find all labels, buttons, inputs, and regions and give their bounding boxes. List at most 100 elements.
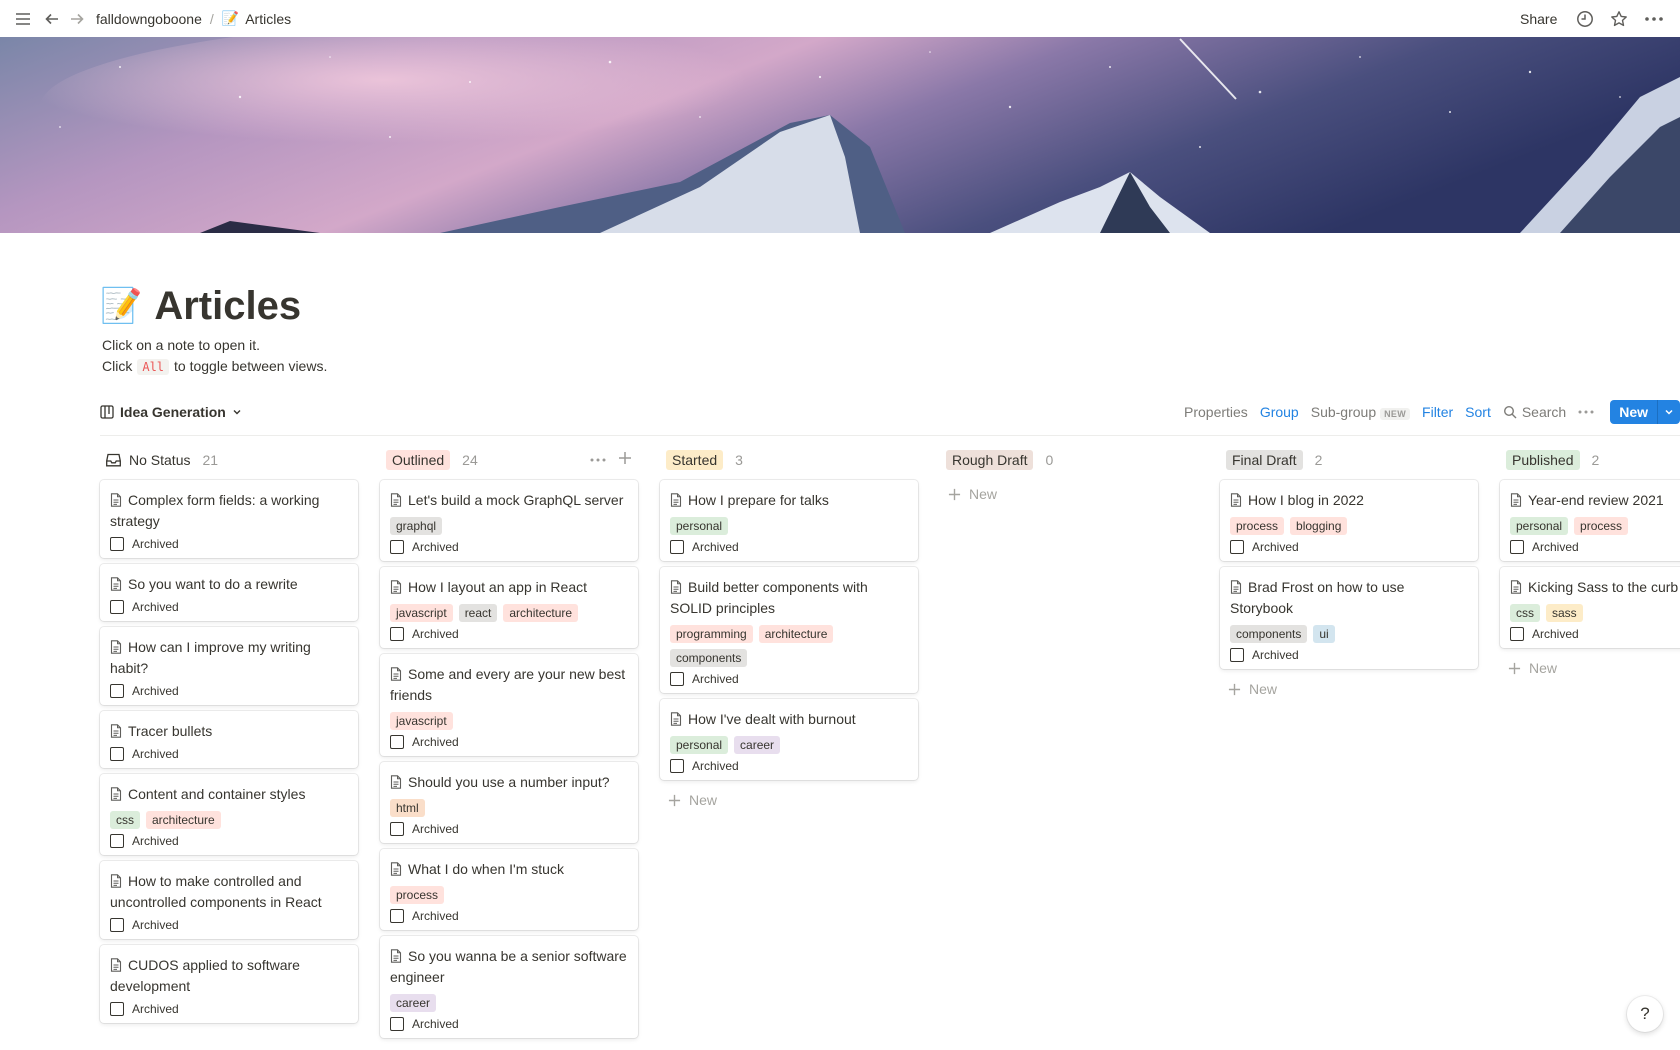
add-card-button[interactable]: New: [1500, 654, 1680, 682]
card-title: How can I improve my writing habit?: [110, 637, 348, 679]
column-name[interactable]: Published: [1506, 450, 1580, 470]
group-button[interactable]: Group: [1260, 404, 1299, 420]
add-card-button[interactable]: New: [1220, 675, 1478, 703]
archived-checkbox[interactable]: [110, 600, 124, 614]
breadcrumb-separator: /: [209, 10, 214, 27]
breadcrumb-page[interactable]: Articles: [245, 11, 291, 27]
card-title: Brad Frost on how to use Storybook: [1230, 577, 1468, 619]
column-name[interactable]: No Status: [129, 452, 190, 468]
archived-checkbox[interactable]: [390, 627, 404, 641]
archived-checkbox[interactable]: [670, 672, 684, 686]
search-button[interactable]: Search: [1503, 404, 1566, 420]
archived-checkbox[interactable]: [390, 735, 404, 749]
new-button-label[interactable]: New: [1610, 400, 1657, 424]
filter-button[interactable]: Filter: [1422, 404, 1453, 420]
column-name[interactable]: Outlined: [386, 450, 451, 470]
board-card[interactable]: Kicking Sass to the curb css sass Archived: [1500, 567, 1680, 648]
board-card[interactable]: Let's build a mock GraphQL server graphql…: [380, 480, 638, 561]
board-card[interactable]: CUDOS applied to software development Arc…: [100, 945, 358, 1023]
archived-checkbox[interactable]: [110, 1002, 124, 1016]
card-title-text: CUDOS applied to software development: [110, 957, 300, 994]
board-card[interactable]: Build better components with SOLID princ…: [660, 567, 918, 693]
board-card[interactable]: How can I improve my writing habit? Archi…: [100, 627, 358, 705]
page-description: Click on a note to open it. Click All to t…: [102, 335, 327, 378]
column-add-icon[interactable]: [618, 451, 632, 469]
more-options-icon[interactable]: [1644, 0, 1664, 37]
tag-list: programming architecture components: [670, 625, 908, 667]
archived-checkbox[interactable]: [110, 834, 124, 848]
board-card[interactable]: Tracer bullets Archived: [100, 711, 358, 768]
page-title[interactable]: Articles: [154, 282, 301, 330]
subgroup-label: Sub-group: [1310, 404, 1377, 420]
card-title-text: How I blog in 2022: [1248, 492, 1364, 508]
card-title-text: Let's build a mock GraphQL server: [408, 492, 624, 508]
history-icon[interactable]: [1576, 0, 1594, 37]
page-icon: [1230, 492, 1248, 508]
column-count: 24: [462, 452, 478, 468]
archived-checkbox[interactable]: [1510, 540, 1524, 554]
column-name[interactable]: Rough Draft: [946, 450, 1034, 470]
archived-checkbox[interactable]: [670, 540, 684, 554]
subgroup-button[interactable]: Sub-group NEW: [1310, 404, 1411, 420]
archived-property: Archived: [110, 834, 348, 848]
archived-checkbox[interactable]: [670, 759, 684, 773]
column-count: 21: [202, 452, 219, 468]
view-selector[interactable]: Idea Generation: [100, 399, 242, 425]
tag-process: process: [1574, 517, 1629, 535]
board-card[interactable]: So you want to do a rewrite Archived: [100, 564, 358, 621]
column-count: 2: [1591, 452, 1600, 468]
help-button[interactable]: ?: [1627, 996, 1663, 1032]
archived-label: Archived: [132, 918, 179, 932]
archived-checkbox[interactable]: [110, 918, 124, 932]
board-card[interactable]: Content and container styles css architect…: [100, 774, 358, 855]
archived-label: Archived: [412, 540, 459, 554]
column-name[interactable]: Final Draft: [1226, 450, 1303, 470]
add-card-button[interactable]: New: [660, 786, 918, 814]
column-name[interactable]: Started: [666, 450, 724, 470]
archived-checkbox[interactable]: [390, 1017, 404, 1031]
board-card[interactable]: Complex form fields: a working strategy A…: [100, 480, 358, 558]
board-card[interactable]: What I do when I'm stuck process Archived: [380, 849, 638, 930]
page-icon: [110, 786, 128, 802]
archived-checkbox[interactable]: [110, 747, 124, 761]
board-card[interactable]: Some and every are your new best friends…: [380, 654, 638, 756]
archived-checkbox[interactable]: [390, 540, 404, 554]
board-card[interactable]: Year-end review 2021 personal process Archi…: [1500, 480, 1680, 561]
archived-checkbox[interactable]: [390, 822, 404, 836]
board-card[interactable]: How I blog in 2022 process blogging Archive…: [1220, 480, 1478, 561]
cover-image[interactable]: [0, 37, 1680, 233]
board-card[interactable]: Brad Frost on how to use Storybook compon…: [1220, 567, 1478, 669]
board-card[interactable]: How I layout an app in React javascript re…: [380, 567, 638, 648]
column-header: No Status 21: [100, 448, 358, 472]
board-card[interactable]: How I've dealt with burnout personal caree…: [660, 699, 918, 780]
archived-label: Archived: [692, 759, 739, 773]
archived-checkbox[interactable]: [390, 909, 404, 923]
archived-checkbox[interactable]: [1510, 627, 1524, 641]
archived-checkbox[interactable]: [1230, 540, 1244, 554]
breadcrumb-workspace[interactable]: falldowngoboone: [96, 11, 202, 27]
sort-button[interactable]: Sort: [1465, 404, 1491, 420]
archived-label: Archived: [412, 909, 459, 923]
view-more-icon[interactable]: [1578, 404, 1594, 420]
board-card[interactable]: How I prepare for talks personal Archived: [660, 480, 918, 561]
add-card-button[interactable]: New: [940, 480, 1198, 508]
archived-checkbox[interactable]: [110, 684, 124, 698]
properties-button[interactable]: Properties: [1184, 404, 1248, 420]
back-arrow-icon[interactable]: [44, 0, 60, 37]
sidebar-toggle-icon[interactable]: [14, 0, 32, 37]
archived-property: Archived: [110, 747, 348, 761]
new-entry-button[interactable]: New: [1610, 400, 1680, 424]
column-more-icon[interactable]: [590, 452, 606, 469]
star-icon[interactable]: [1610, 0, 1628, 37]
forward-arrow-icon[interactable]: [69, 0, 85, 37]
archived-checkbox[interactable]: [1230, 648, 1244, 662]
board-card[interactable]: Should you use a number input? html Archiv…: [380, 762, 638, 843]
archived-checkbox[interactable]: [110, 537, 124, 551]
board-card[interactable]: So you wanna be a senior software engine…: [380, 936, 638, 1038]
new-dropdown-chevron-icon[interactable]: [1657, 400, 1680, 424]
archived-property: Archived: [110, 600, 348, 614]
board-card[interactable]: How to make controlled and uncontrolled …: [100, 861, 358, 939]
share-button[interactable]: Share: [1520, 0, 1557, 37]
page-icon[interactable]: 📝: [100, 286, 142, 326]
search-icon: [1503, 405, 1517, 419]
